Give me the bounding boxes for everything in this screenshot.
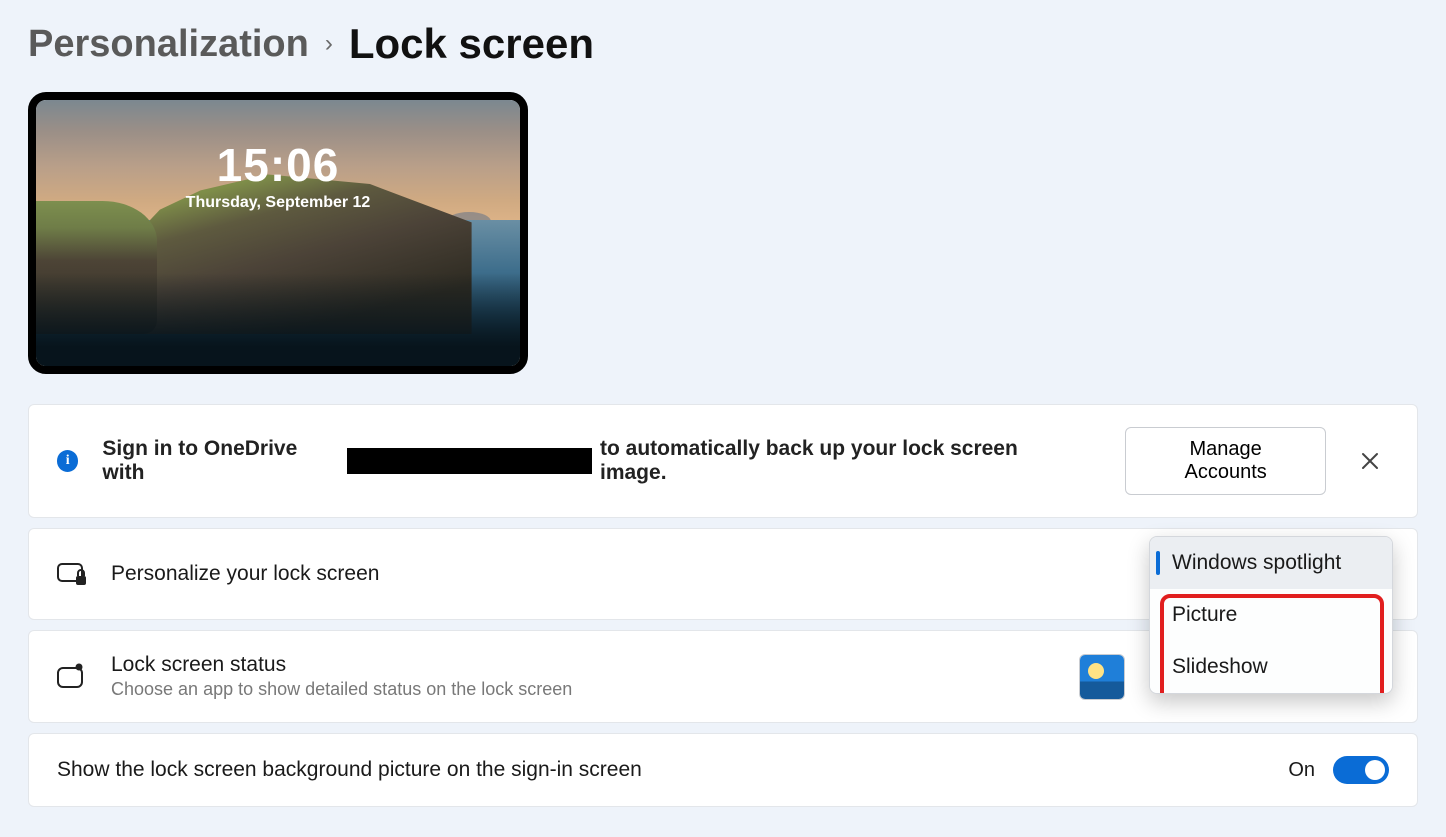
- option-slideshow[interactable]: Slideshow: [1150, 641, 1392, 693]
- chevron-right-icon: ›: [325, 30, 333, 58]
- personalize-lock-screen-row[interactable]: Personalize your lock screen Windows spo…: [28, 528, 1418, 620]
- signin-bg-title: Show the lock screen background picture …: [57, 758, 642, 782]
- redacted-email: [347, 448, 592, 474]
- lock-screen-preview[interactable]: 15:06 Thursday, September 12: [28, 92, 528, 374]
- personalize-dropdown: Windows spotlight Picture Slideshow: [1149, 536, 1393, 694]
- weather-icon: [1080, 655, 1124, 699]
- onedrive-banner: i Sign in to OneDrive with to automatica…: [28, 404, 1418, 518]
- toggle-state-label: On: [1288, 759, 1315, 782]
- status-icon: [57, 663, 87, 691]
- personalize-title: Personalize your lock screen: [111, 562, 379, 586]
- manage-accounts-button[interactable]: Manage Accounts: [1125, 427, 1326, 495]
- close-icon[interactable]: [1350, 441, 1389, 481]
- option-picture[interactable]: Picture: [1150, 589, 1392, 641]
- breadcrumb-parent[interactable]: Personalization: [28, 23, 309, 66]
- signin-bg-toggle[interactable]: [1333, 756, 1389, 784]
- preview-time: 15:06: [36, 138, 520, 192]
- info-icon: i: [57, 450, 78, 472]
- banner-text: Sign in to OneDrive with to automaticall…: [102, 437, 1077, 485]
- signin-background-row[interactable]: Show the lock screen background picture …: [28, 733, 1418, 807]
- status-app-select[interactable]: [1079, 654, 1125, 700]
- status-subtitle: Choose an app to show detailed status on…: [111, 679, 572, 700]
- status-title: Lock screen status: [111, 653, 572, 677]
- option-windows-spotlight[interactable]: Windows spotlight: [1150, 537, 1392, 589]
- monitor-lock-icon: [57, 561, 87, 587]
- preview-date: Thursday, September 12: [36, 194, 520, 212]
- breadcrumb-current: Lock screen: [349, 20, 594, 68]
- breadcrumb: Personalization › Lock screen: [28, 20, 1418, 68]
